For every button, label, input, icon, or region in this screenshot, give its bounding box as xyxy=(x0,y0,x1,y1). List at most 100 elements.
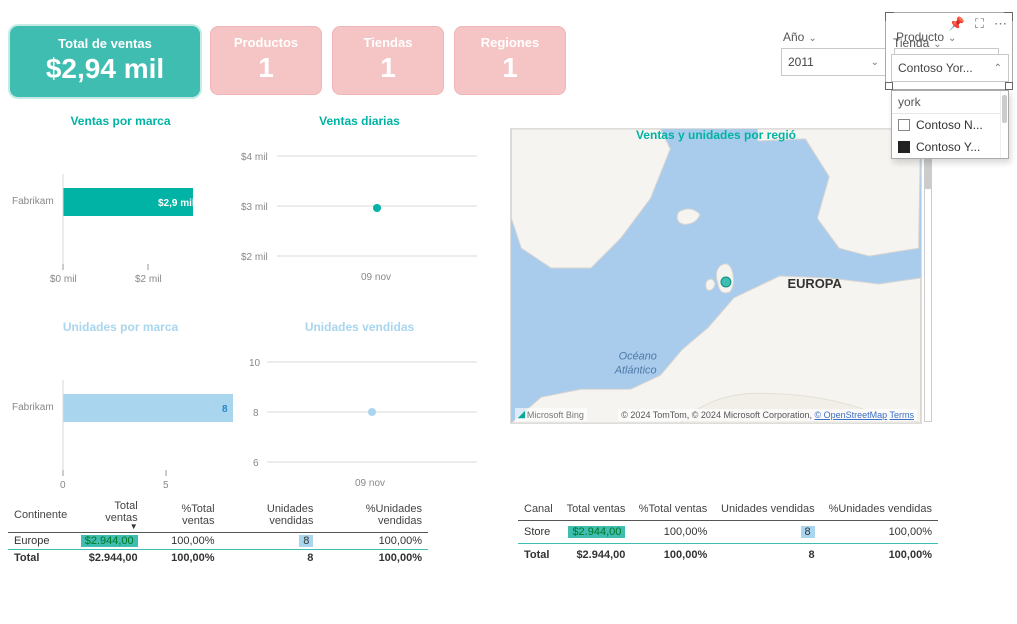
cell: $2.944,00 xyxy=(559,544,631,566)
col-pct-total-ventas[interactable]: %Total ventas xyxy=(631,498,713,520)
table-row: Canal Total ventas %Total ventas Unidade… xyxy=(518,498,938,520)
chart-ventas-por-marca[interactable]: Ventas por marca Fabrikam $2,9 mil $0 mi… xyxy=(8,114,233,302)
more-options-icon[interactable]: ⋯ xyxy=(994,16,1007,32)
bar-value-label: $2,9 mil xyxy=(158,198,195,209)
cell: 100,00% xyxy=(821,544,938,566)
map-attr-osm-link[interactable]: © OpenStreetMap xyxy=(814,410,887,420)
card-productos[interactable]: Productos 1 xyxy=(210,26,322,95)
cell: 8 xyxy=(299,535,313,547)
cell: 100,00% xyxy=(631,544,713,566)
table-by-canal[interactable]: Canal Total ventas %Total ventas Unidade… xyxy=(518,498,938,566)
axis-tick: 0 xyxy=(60,480,66,491)
cell: 8 xyxy=(801,526,815,538)
map-attribution: © 2024 TomTom, © 2024 Microsoft Corporat… xyxy=(618,409,917,421)
slicer-store-dropdown[interactable]: york Contoso N... Contoso Y... xyxy=(891,90,1009,159)
card-regiones-value: 1 xyxy=(455,52,565,84)
data-point[interactable] xyxy=(373,204,381,212)
axis-tick: 09 nov xyxy=(361,272,391,283)
map-label-europe: EUROPA xyxy=(788,276,842,291)
axis-tick: $4 mil xyxy=(241,152,268,163)
table-row[interactable]: Store $2.944,00 100,00% 8 100,00% xyxy=(518,520,938,543)
dropdown-scrollbar[interactable] xyxy=(1000,91,1008,158)
axis-category: Fabrikam xyxy=(12,402,54,413)
table-row[interactable]: Europe $2.944,00 100,00% 8 100,00% xyxy=(8,533,428,550)
chart-unidades-vendidas[interactable]: Unidades vendidas 10 8 6 09 nov xyxy=(237,320,482,508)
bar-value-label: 8 xyxy=(222,404,228,415)
card-regiones[interactable]: Regiones 1 xyxy=(454,26,566,95)
slicer-store-option-1-label: Contoso Y... xyxy=(916,140,980,154)
chart-title: Unidades por marca xyxy=(8,320,233,334)
axis-tick: 8 xyxy=(253,408,259,419)
table-row: Continente Total ventas▼ %Total ventas U… xyxy=(8,498,428,533)
chart-title: Ventas por marca xyxy=(8,114,233,128)
cell: 8 xyxy=(221,550,320,567)
map-scrollbar[interactable] xyxy=(924,146,932,422)
slicer-year-label: Año⌄ xyxy=(781,26,886,48)
map-bubble[interactable] xyxy=(721,277,731,287)
chart-title: Ventas diarias xyxy=(237,114,482,128)
chart-title: Unidades vendidas xyxy=(237,320,482,334)
cell: 100,00% xyxy=(319,550,428,567)
axis-tick: $2 mil xyxy=(135,274,162,285)
axis-tick: 10 xyxy=(249,358,261,369)
card-tiendas[interactable]: Tiendas 1 xyxy=(332,26,444,95)
col-unidades-vendidas[interactable]: Unidades vendidas xyxy=(221,498,320,533)
cell: $2.944,00 xyxy=(81,535,138,547)
slicer-store-option-0-label: Contoso N... xyxy=(916,118,983,132)
axis-category: Fabrikam xyxy=(12,196,54,207)
col-total-ventas[interactable]: Total ventas xyxy=(559,498,631,520)
col-pct-total-ventas[interactable]: %Total ventas xyxy=(144,498,221,533)
cell: Store xyxy=(518,520,559,543)
slicer-store-value-box[interactable]: Contoso Yor... ⌃ xyxy=(891,54,1009,82)
axis-tick: $0 mil xyxy=(50,274,77,285)
col-pct-unidades[interactable]: %Unidades vendidas xyxy=(319,498,428,533)
slicer-year-value: 2011 xyxy=(788,55,814,69)
axis-tick: $3 mil xyxy=(241,202,268,213)
table-by-continent[interactable]: Continente Total ventas▼ %Total ventas U… xyxy=(8,498,428,566)
map-provider-badge: ◢ Microsoft Bing xyxy=(515,408,587,421)
card-tiendas-label: Tiendas xyxy=(333,35,443,50)
card-total-value: $2,94 mil xyxy=(10,53,200,85)
chart-ventas-diarias[interactable]: Ventas diarias $4 mil $3 mil $2 mil 09 n… xyxy=(237,114,482,302)
cell: Total xyxy=(518,544,559,566)
map-attr-terms-link[interactable]: Terms xyxy=(890,410,915,420)
bar[interactable] xyxy=(63,394,233,422)
col-total-ventas[interactable]: Total ventas▼ xyxy=(73,498,143,533)
slicer-year[interactable]: Año⌄ 2011 ⌄ xyxy=(781,26,886,76)
pin-icon[interactable]: 📌 xyxy=(949,16,965,32)
sort-desc-icon: ▼ xyxy=(79,524,137,530)
card-total-label: Total de ventas xyxy=(10,36,200,51)
cell: 8 xyxy=(713,544,820,566)
axis-tick: $2 mil xyxy=(241,252,268,263)
axis-tick: 5 xyxy=(163,480,169,491)
focus-mode-icon[interactable]: ⛶ xyxy=(975,16,984,32)
card-productos-label: Productos xyxy=(211,35,321,50)
chevron-down-icon: ⌄ xyxy=(808,33,816,44)
cell: Total xyxy=(8,550,73,567)
card-productos-value: 1 xyxy=(211,52,321,84)
col-continente[interactable]: Continente xyxy=(8,498,73,533)
cell: Europe xyxy=(8,533,73,550)
checkbox-icon[interactable] xyxy=(898,141,910,153)
slicer-year-value-box[interactable]: 2011 ⌄ xyxy=(781,48,886,76)
chart-unidades-por-marca[interactable]: Unidades por marca Fabrikam 8 0 5 xyxy=(8,320,233,508)
cell: 100,00% xyxy=(631,520,713,543)
map-label-ocean2: Atlántico xyxy=(614,364,657,376)
col-pct-unidades[interactable]: %Unidades vendidas xyxy=(821,498,938,520)
slicer-store-option-0[interactable]: Contoso N... xyxy=(892,114,1008,136)
map-visual[interactable]: EUROPA Océano Atlántico ◢ Microsoft Bing… xyxy=(510,128,922,424)
slicer-store-option-1[interactable]: Contoso Y... xyxy=(892,136,1008,158)
cell: $2.944,00 xyxy=(568,526,625,538)
data-point[interactable] xyxy=(368,408,376,416)
axis-tick: 6 xyxy=(253,458,259,469)
col-unidades-vendidas[interactable]: Unidades vendidas xyxy=(713,498,820,520)
chevron-up-icon: ⌃ xyxy=(994,63,1002,74)
slicer-store-value: Contoso Yor... xyxy=(898,61,973,75)
col-canal[interactable]: Canal xyxy=(518,498,559,520)
slicer-store-search[interactable]: york xyxy=(892,91,1008,114)
cell: 100,00% xyxy=(144,533,221,550)
cell: 100,00% xyxy=(821,520,938,543)
checkbox-icon[interactable] xyxy=(898,119,910,131)
table-total-row: Total $2.944,00 100,00% 8 100,00% xyxy=(518,544,938,566)
card-total-ventas[interactable]: Total de ventas $2,94 mil xyxy=(10,26,200,97)
